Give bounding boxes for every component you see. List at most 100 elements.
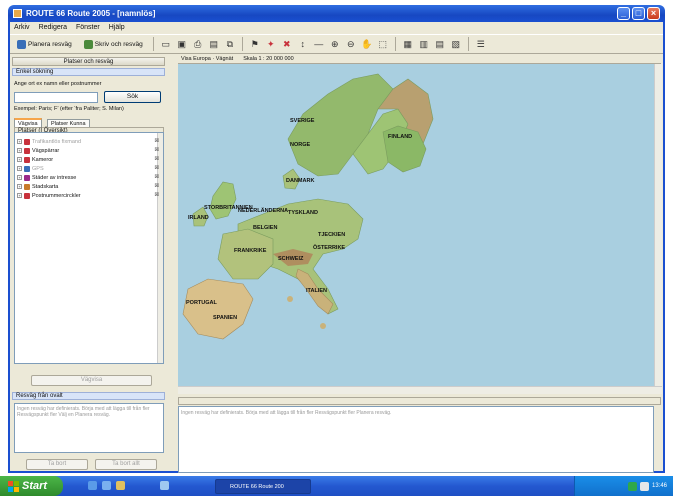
start-button[interactable]: Start: [0, 476, 63, 496]
search-section-header[interactable]: Enkel sökning: [12, 68, 165, 76]
country-label: BELGIEN: [253, 225, 277, 231]
tab-vagvisa[interactable]: Vägvisa: [14, 118, 42, 127]
europe-map: SVERIGE NORGE FINLAND DANMARK STORBRITAN…: [178, 64, 654, 386]
poi-visibility-checkbox[interactable]: ☒: [155, 138, 159, 145]
tray-clock: 13:46: [651, 483, 667, 489]
route-button[interactable]: Vägvisa: [31, 375, 152, 386]
poi-list-item[interactable]: + Vägspärrar ☒: [17, 147, 161, 154]
menu-bar: Arkiv Redigera Fönster Hjälp: [10, 22, 663, 33]
copy-icon[interactable]: ⧉: [224, 38, 236, 50]
search-hint: Ange ort ex namn eller postnummer: [14, 81, 102, 87]
country-label: TYSKLAND: [288, 210, 318, 216]
country-label: NORGE: [290, 142, 311, 148]
quicklaunch-ie-icon[interactable]: [88, 481, 97, 490]
plan-route-button[interactable]: Planera resväg: [13, 37, 76, 52]
poi-label: Kameror: [32, 156, 54, 163]
tray-volume-icon[interactable]: [639, 481, 649, 491]
map-zoom-label[interactable]: Skala 1 : 20 000 000: [243, 56, 293, 62]
country-label: ITALIEN: [306, 288, 327, 294]
expand-icon[interactable]: +: [17, 139, 22, 144]
view-split-icon[interactable]: ▥: [418, 38, 430, 50]
expand-icon[interactable]: +: [17, 184, 22, 189]
map-view-label[interactable]: Visa Europa · Vägnät: [181, 56, 233, 62]
route-notes-right[interactable]: [178, 406, 654, 473]
windows-logo-icon: [8, 480, 19, 492]
notes-section-header[interactable]: Resväg från ovalt: [12, 392, 165, 400]
system-tray: 13:46: [574, 476, 673, 496]
poi-list-item[interactable]: + Stadskarta ☒: [17, 183, 161, 190]
poi-list-item[interactable]: + Städer av intresse ☒: [17, 174, 161, 181]
remove-all-button[interactable]: Ta bort allt: [95, 459, 157, 470]
view-details-icon[interactable]: ▧: [450, 38, 462, 50]
country-label: DANMARK: [286, 178, 314, 184]
view-map-icon[interactable]: ▦: [402, 38, 414, 50]
map-horizontal-scrollbar[interactable]: [178, 386, 662, 394]
poi-category-icon: [24, 138, 30, 145]
menu-fonster[interactable]: Fönster: [76, 24, 100, 31]
search-icon: [17, 39, 26, 49]
poi-visibility-checkbox[interactable]: ☒: [155, 147, 159, 154]
expand-icon[interactable]: +: [17, 166, 22, 171]
zoom-out-icon[interactable]: ⊖: [345, 38, 357, 50]
poi-list-item[interactable]: + Kameror ☒: [17, 156, 161, 163]
pin-icon[interactable]: ✦: [265, 38, 277, 50]
poi-list-item[interactable]: + Trafikantlös fixmand ☒: [17, 138, 161, 145]
minimize-button[interactable]: _: [617, 7, 630, 20]
poi-visibility-checkbox[interactable]: ☒: [155, 183, 159, 190]
preview-icon[interactable]: ▤: [208, 38, 220, 50]
window-title: ROUTE 66 Route 2005 - [namnlös]: [26, 9, 156, 18]
view-list-icon[interactable]: ▤: [434, 38, 446, 50]
map-vertical-scrollbar[interactable]: [654, 64, 662, 386]
country-label: PORTUGAL: [186, 300, 218, 306]
taskbar-app-button[interactable]: ROUTE 66 Route 200: [215, 479, 311, 494]
map-view[interactable]: SVERIGE NORGE FINLAND DANMARK STORBRITAN…: [178, 64, 654, 386]
select-icon[interactable]: ⬚: [377, 38, 389, 50]
expand-icon[interactable]: +: [17, 148, 22, 153]
title-bar[interactable]: ROUTE 66 Route 2005 - [namnlös] _ □ ×: [8, 5, 665, 22]
menu-arkiv[interactable]: Arkiv: [14, 24, 30, 31]
toolbar-separator: [241, 37, 243, 51]
poi-visibility-checkbox[interactable]: ☒: [155, 174, 159, 181]
poi-category-icon: [24, 165, 30, 172]
toolbar: Planera resväg Skriv och resväg ▭ ▣ ⎙ ▤ …: [10, 34, 663, 54]
poi-visibility-checkbox[interactable]: ☒: [155, 192, 159, 199]
poi-visibility-checkbox[interactable]: ☒: [155, 156, 159, 163]
delete-icon[interactable]: ✖: [281, 38, 293, 50]
search-button[interactable]: Sök: [104, 91, 161, 103]
quicklaunch-media-icon[interactable]: [116, 481, 125, 490]
zoom-in-icon[interactable]: ⊕: [329, 38, 341, 50]
line-icon[interactable]: —: [313, 38, 325, 50]
print-route-button[interactable]: Skriv och resväg: [80, 37, 147, 52]
poi-list-item[interactable]: + Postnummercirckler ☒: [17, 192, 161, 199]
close-button[interactable]: ×: [647, 7, 660, 20]
quicklaunch-extra-icon[interactable]: [160, 481, 169, 490]
save-icon[interactable]: ▣: [176, 38, 188, 50]
bottom-panel-header: [178, 397, 661, 405]
country-label: TJECKIEN: [318, 232, 345, 238]
settings-icon[interactable]: ☰: [475, 38, 487, 50]
poi-label: Postnummercirckler: [32, 192, 81, 199]
print-icon[interactable]: ⎙: [192, 38, 204, 50]
pan-hand-icon[interactable]: ✋: [361, 38, 373, 50]
expand-icon[interactable]: +: [17, 175, 22, 180]
menu-hjalp[interactable]: Hjälp: [109, 24, 125, 31]
tray-network-icon[interactable]: [627, 481, 637, 491]
marker-icon[interactable]: ↕: [297, 38, 309, 50]
poi-visibility-checkbox[interactable]: ☒: [155, 165, 159, 172]
taskbar: [0, 476, 673, 496]
search-input[interactable]: [14, 92, 98, 103]
poi-label: Städer av intresse: [32, 174, 77, 181]
start-point-icon[interactable]: ⚑: [249, 38, 261, 50]
country-label: FRANKRIKE: [234, 248, 267, 254]
quicklaunch-desktop-icon[interactable]: [102, 481, 111, 490]
open-icon[interactable]: ▭: [160, 38, 172, 50]
menu-redigera[interactable]: Redigera: [39, 24, 67, 31]
remove-button[interactable]: Ta bort: [26, 459, 88, 470]
app-icon: [13, 9, 22, 18]
route-notes-placeholder: Ingen resväg har definierats. Börja med …: [17, 406, 150, 418]
poi-list-item[interactable]: + GPS ☒: [17, 165, 161, 172]
maximize-button[interactable]: □: [632, 7, 645, 20]
expand-icon[interactable]: +: [17, 157, 22, 162]
expand-icon[interactable]: +: [17, 193, 22, 198]
taskbar-app-label: ROUTE 66 Route 200: [230, 483, 284, 490]
